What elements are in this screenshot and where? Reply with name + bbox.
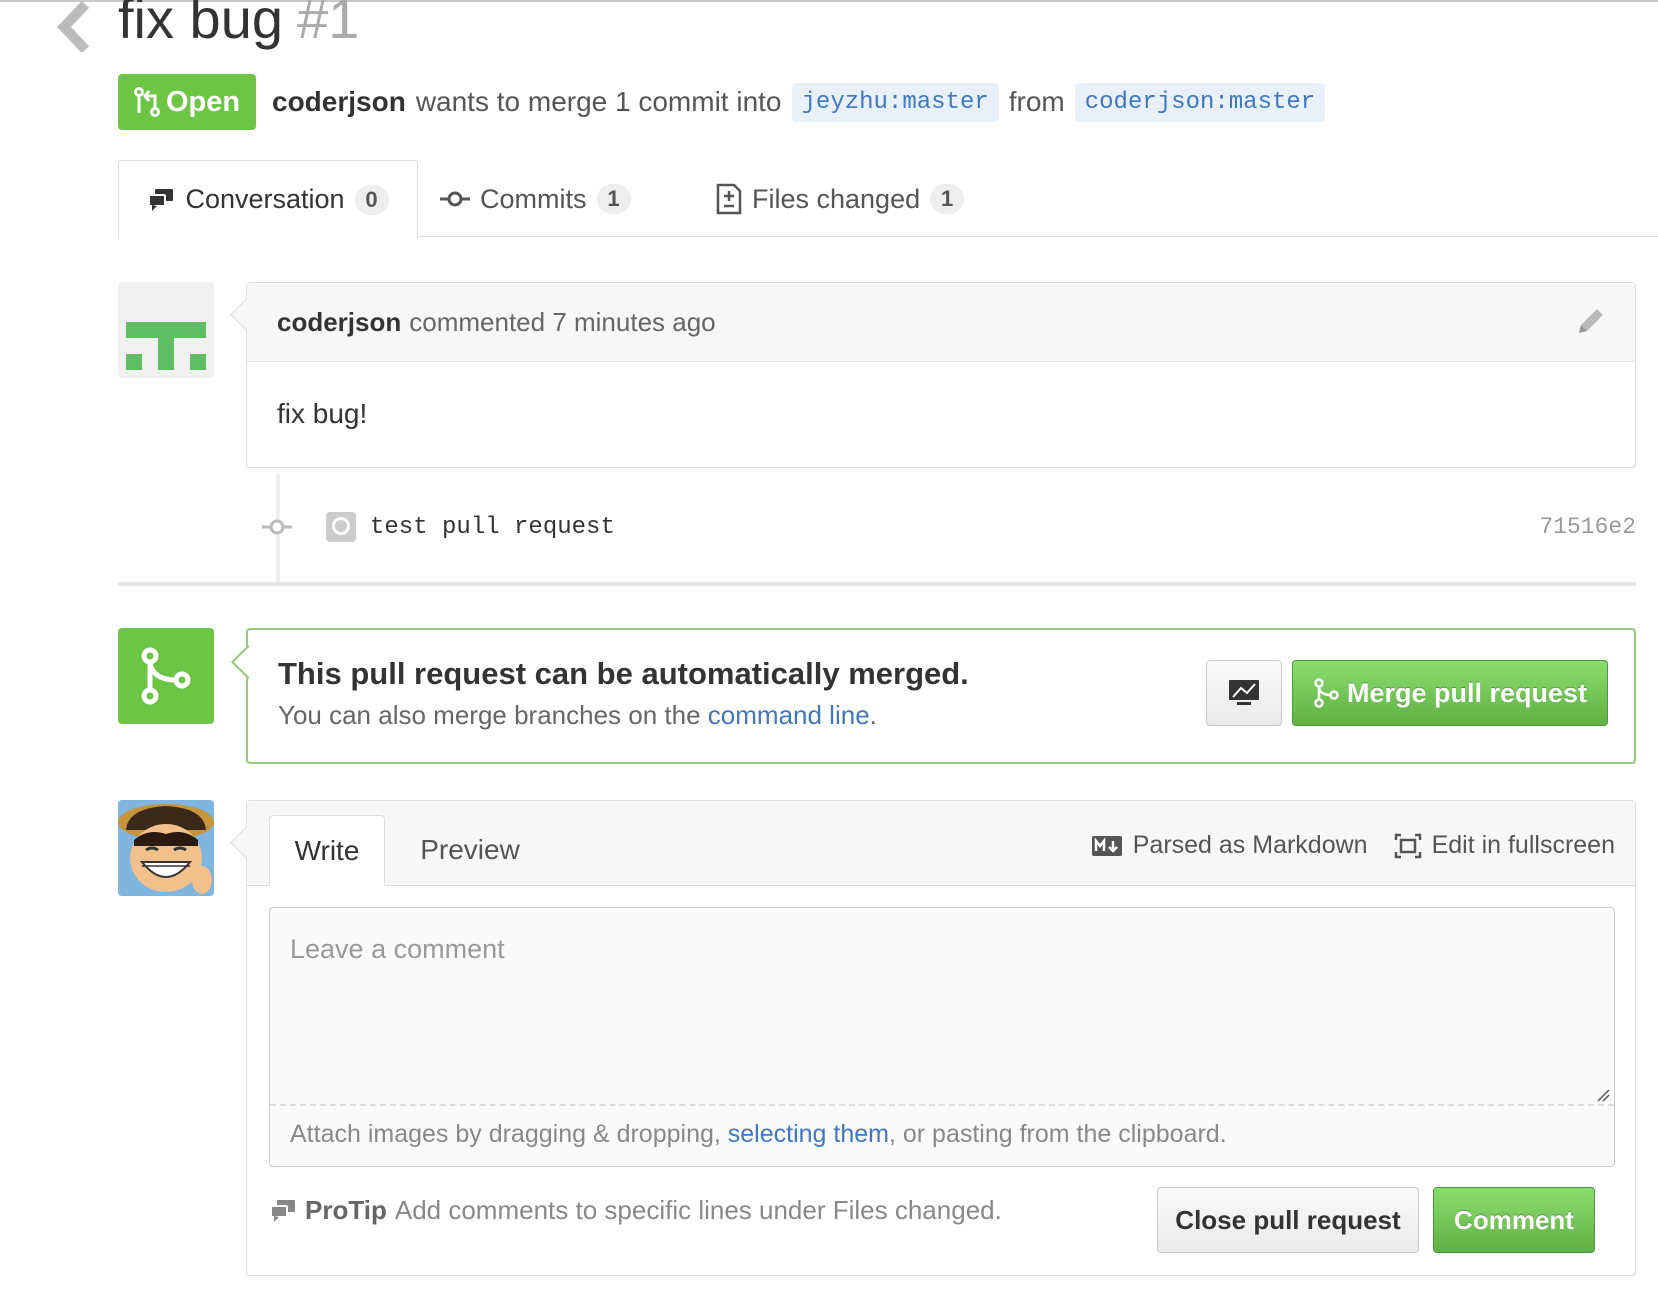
tab-conversation-count: 0 bbox=[354, 184, 389, 215]
comment-discussion-icon bbox=[148, 188, 174, 211]
cartoon-avatar bbox=[118, 800, 214, 896]
attach-hint: Attach images by dragging & dropping, se… bbox=[290, 1120, 1227, 1149]
tab-conversation-label: Conversation bbox=[185, 184, 345, 214]
pr-title: fix bug #1 bbox=[118, 0, 359, 54]
comment-meta: commented 7 minutes ago bbox=[409, 306, 716, 337]
fullscreen-label: Edit in fullscreen bbox=[1431, 831, 1615, 859]
pr-author-link[interactable]: coderjson bbox=[272, 86, 406, 118]
avatar[interactable] bbox=[118, 282, 214, 378]
git-pull-request-icon bbox=[133, 87, 160, 117]
tab-commits-count: 1 bbox=[596, 184, 631, 214]
protip-text: Add comments to specific lines under Fil… bbox=[394, 1195, 1002, 1225]
fullscreen-icon bbox=[1394, 833, 1421, 858]
attach-text-end: , or pasting from the clipboard. bbox=[888, 1120, 1227, 1148]
merge-subtitle-end: . bbox=[869, 700, 877, 730]
tab-files-changed-count: 1 bbox=[930, 184, 965, 214]
tab-preview[interactable]: Preview bbox=[395, 815, 545, 885]
command-line-link[interactable]: command line bbox=[708, 700, 870, 730]
tab-write[interactable]: Write bbox=[269, 815, 385, 886]
markdown-icon bbox=[1091, 835, 1122, 856]
state-badge: Open bbox=[118, 74, 256, 130]
head-branch: coderjson:master bbox=[1074, 82, 1326, 122]
attach-divider bbox=[270, 1104, 1614, 1106]
tab-commits[interactable]: Commits 1 bbox=[440, 160, 631, 238]
comment-body: fix bug! bbox=[277, 398, 368, 429]
state-label: Open bbox=[165, 85, 241, 118]
markdown-help-link[interactable]: Parsed as Markdown bbox=[1091, 831, 1368, 860]
protip-label: ProTip bbox=[305, 1195, 387, 1225]
git-commit-icon bbox=[262, 519, 292, 535]
fullscreen-link[interactable]: Edit in fullscreen bbox=[1394, 831, 1615, 860]
commit-row: test pull request 71516e2 bbox=[262, 505, 1636, 549]
protip: ProTip Add comments to specific lines un… bbox=[269, 1195, 1002, 1226]
comment-author-link[interactable]: coderjson bbox=[277, 307, 401, 338]
merge-title: This pull request can be automatically m… bbox=[278, 656, 969, 691]
merge-pull-request-button[interactable]: Merge pull request bbox=[1292, 660, 1608, 726]
tab-files-changed-label: Files changed bbox=[752, 183, 921, 214]
comment-submit-button[interactable]: Comment bbox=[1433, 1187, 1595, 1253]
pr-number: #1 bbox=[297, 0, 360, 50]
resize-grip-icon[interactable] bbox=[1596, 1088, 1610, 1102]
git-merge-icon bbox=[141, 647, 191, 705]
comment-discussion-icon bbox=[270, 1199, 295, 1222]
desktop-icon bbox=[1229, 680, 1259, 705]
tab-conversation[interactable]: Conversation 0 bbox=[118, 160, 418, 238]
pr-title-text: fix bug bbox=[118, 0, 283, 50]
user-avatar[interactable] bbox=[118, 800, 214, 896]
commit-sha-link[interactable]: 71516e2 bbox=[1539, 514, 1636, 540]
merge-status-icon-box bbox=[118, 628, 214, 724]
chevron-left-icon[interactable] bbox=[52, 2, 92, 52]
comment-textarea-wrap: Attach images by dragging & dropping, se… bbox=[269, 907, 1615, 1167]
git-merge-icon bbox=[1314, 678, 1339, 708]
pencil-icon[interactable] bbox=[1573, 305, 1607, 339]
merge-box-arrow bbox=[231, 645, 265, 679]
command-line-button[interactable] bbox=[1206, 660, 1282, 726]
identicon-avatar bbox=[118, 282, 214, 378]
from-text: from bbox=[1008, 86, 1065, 117]
octocat-avatar-icon bbox=[326, 512, 356, 542]
merge-subtitle-text: You can also merge branches on the bbox=[278, 700, 701, 730]
close-pull-request-button[interactable]: Close pull request bbox=[1157, 1187, 1419, 1253]
merge-text: wants to merge 1 commit into bbox=[415, 86, 782, 117]
tab-commits-label: Commits bbox=[480, 183, 587, 214]
pr-meta: coderjson wants to merge 1 commit into j… bbox=[272, 80, 1326, 124]
merge-box: This pull request can be automatically m… bbox=[231, 628, 1636, 764]
new-comment-form: Write Preview Parsed as Markdown Edit in… bbox=[230, 800, 1636, 1276]
git-commit-icon bbox=[440, 191, 470, 207]
file-diff-icon bbox=[716, 183, 742, 215]
base-branch: jeyzhu:master bbox=[791, 82, 999, 122]
select-files-link[interactable]: selecting them bbox=[728, 1120, 889, 1148]
commit-message-link[interactable]: test pull request bbox=[370, 514, 615, 541]
comment-box: coderjson commented 7 minutes ago fix bu… bbox=[230, 282, 1636, 468]
timeline-separator bbox=[118, 582, 1636, 586]
attach-text-start: Attach images by dragging & dropping, bbox=[290, 1120, 721, 1148]
merge-subtitle: You can also merge branches on the comma… bbox=[278, 700, 877, 731]
merge-button-label: Merge pull request bbox=[1346, 677, 1588, 708]
markdown-label: Parsed as Markdown bbox=[1132, 831, 1368, 859]
tab-files-changed[interactable]: Files changed 1 bbox=[716, 160, 965, 238]
comment-header: coderjson commented 7 minutes ago bbox=[247, 283, 1635, 362]
comment-textarea[interactable] bbox=[270, 908, 1614, 1104]
form-tools: Parsed as Markdown Edit in fullscreen bbox=[1091, 831, 1615, 860]
